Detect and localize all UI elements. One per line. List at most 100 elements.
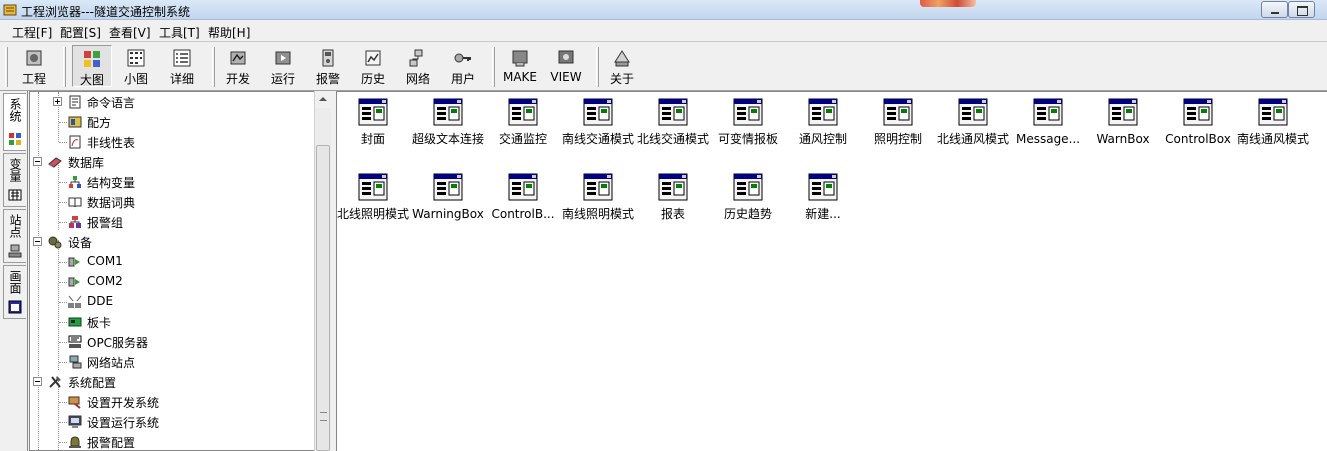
variable-tab-icon [8, 189, 22, 201]
picture-item[interactable]: ControlB... [487, 169, 559, 241]
picture-item[interactable]: Message... [1012, 94, 1084, 166]
picture-label: ControlBox [1165, 132, 1231, 146]
picture-item[interactable]: 南线照明模式 [562, 169, 634, 241]
tab-variable[interactable]: 变量 [3, 153, 26, 207]
tab-system[interactable]: 系统 [3, 93, 26, 151]
toolbar-grip [5, 47, 8, 87]
minimize-button[interactable] [1261, 1, 1288, 18]
alarm-button[interactable]: 报警 [310, 45, 346, 87]
network-button[interactable]: 网络 [400, 45, 436, 87]
picture-file-icon [358, 173, 388, 201]
menu-view[interactable]: 查看[V] [109, 24, 151, 41]
picture-item[interactable]: 封面 [337, 94, 409, 166]
tab-station[interactable]: 站点 [3, 209, 26, 263]
tree-item-dev-system-settings[interactable]: 设置开发系统 [30, 392, 314, 412]
alarm-config-icon [69, 436, 81, 448]
picture-item[interactable]: 照明控制 [862, 94, 934, 166]
tree-item-system-config[interactable]: 系统配置 [30, 372, 314, 392]
tree-item-board-card[interactable]: 板卡 [30, 312, 314, 332]
menu-tools[interactable]: 工具[T] [159, 24, 200, 41]
menu-help[interactable]: 帮助[H] [208, 24, 250, 41]
tree-item-label: 设置运行系统 [87, 416, 160, 430]
details-view-icon [173, 49, 191, 67]
tree-branch-line [59, 122, 67, 123]
small-icons-button[interactable]: 小图 [116, 45, 156, 87]
menu-project[interactable]: 工程[F] [12, 24, 52, 41]
tree-item-database[interactable]: 数据库 [30, 152, 314, 172]
tree-item-alarm-config[interactable]: 报警配置 [30, 432, 314, 450]
picture-item[interactable]: 南线通风模式 [1237, 94, 1309, 166]
menu-config[interactable]: 配置[S] [60, 24, 101, 41]
picture-item[interactable]: 交通监控 [487, 94, 559, 166]
tree-scrollbar[interactable] [314, 91, 331, 451]
tree-item-recipe[interactable]: 配方 [30, 112, 314, 132]
tree-branch-line [59, 342, 67, 343]
collapse-toggle[interactable] [33, 157, 42, 166]
picture-item[interactable]: 通风控制 [787, 94, 859, 166]
view-label: VIEW [550, 70, 582, 84]
picture-item[interactable]: WarningBox [412, 169, 484, 241]
develop-icon [230, 51, 246, 65]
alarm-group-icon [69, 216, 81, 228]
project-button[interactable]: 工程 [16, 45, 52, 87]
tree-item-label: 非线性表 [87, 136, 136, 150]
picture-item[interactable]: 北线照明模式 [337, 169, 409, 241]
side-tab-strip: 系统 变量 站点 画面 [0, 91, 28, 451]
tree-item-nonlinear-table[interactable]: 非线性表 [30, 132, 314, 152]
picture-item[interactable]: 可变情报板 [712, 94, 784, 166]
tree-item-run-system-settings[interactable]: 设置运行系统 [30, 412, 314, 432]
alarm-icon [322, 49, 334, 67]
tree-item-opc-server[interactable]: OPC服务器 [30, 332, 314, 352]
device-icon [48, 236, 62, 249]
project-icon [26, 50, 42, 66]
picture-item[interactable]: ControlBox [1162, 94, 1234, 166]
make-label: MAKE [502, 70, 537, 84]
large-icons-button[interactable]: 大图 [72, 45, 112, 87]
tree-item-com2[interactable]: COM2 [30, 272, 314, 292]
tree-item-command-language[interactable]: 命令语言 [30, 92, 314, 112]
command-language-icon [69, 95, 81, 109]
make-button[interactable]: MAKE [500, 45, 540, 87]
develop-button[interactable]: 开发 [220, 45, 256, 87]
title-decoration [920, 0, 976, 7]
run-system-settings-icon [68, 415, 82, 428]
tree-item-network-station[interactable]: 网络站点 [30, 352, 314, 372]
picture-item[interactable]: 南线交通模式 [562, 94, 634, 166]
tree-item-device[interactable]: 设备 [30, 232, 314, 252]
picture-item[interactable]: 历史趋势 [712, 169, 784, 241]
collapse-toggle[interactable] [33, 237, 42, 246]
run-button[interactable]: 运行 [265, 45, 301, 87]
picture-item[interactable]: 北线交通模式 [637, 94, 709, 166]
tree-item-alarm-group[interactable]: 报警组 [30, 212, 314, 232]
serial-port-icon [68, 257, 80, 267]
picture-item[interactable]: 报表 [637, 169, 709, 241]
details-button[interactable]: 详细 [162, 45, 202, 87]
maximize-button[interactable] [1288, 1, 1315, 18]
user-button[interactable]: 用户 [445, 45, 481, 87]
collapse-toggle[interactable] [33, 377, 42, 386]
picture-file-icon [1033, 98, 1063, 126]
picture-item[interactable]: 新建... [787, 169, 859, 241]
picture-file-icon [508, 98, 538, 126]
toolbar-grip [596, 47, 599, 87]
expand-toggle[interactable] [53, 97, 62, 106]
tree-item-struct-variable[interactable]: 结构变量 [30, 172, 314, 192]
scroll-thumb[interactable] [316, 145, 330, 451]
tree-item-com1[interactable]: COM1 [30, 252, 314, 272]
picture-item[interactable]: 超级文本连接 [412, 94, 484, 166]
tab-system-label: 系统 [8, 98, 22, 122]
tree-item-data-dictionary[interactable]: 数据词典 [30, 192, 314, 212]
history-button[interactable]: 历史 [355, 45, 391, 87]
tab-screen[interactable]: 画面 [3, 265, 26, 319]
about-button[interactable]: 关于 [604, 45, 640, 87]
picture-item[interactable]: 北线通风模式 [937, 94, 1009, 166]
scroll-up-arrow[interactable] [315, 91, 331, 108]
tree-branch-line [59, 402, 67, 403]
tree-branch-line [59, 322, 67, 323]
picture-item[interactable]: WarnBox [1087, 94, 1159, 166]
view-button[interactable]: VIEW [546, 45, 586, 87]
small-icons-view-icon [127, 49, 145, 67]
tree-item-dde[interactable]: DDE [30, 292, 314, 312]
picture-label: ControlB... [491, 207, 555, 221]
picture-file-icon [658, 98, 688, 126]
